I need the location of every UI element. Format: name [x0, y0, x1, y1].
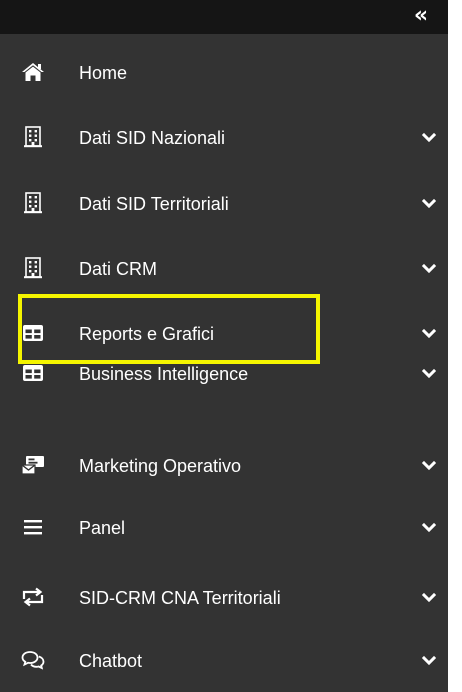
- sidebar-item-dati-crm[interactable]: Dati CRM: [0, 238, 448, 300]
- sidebar-topbar: «: [0, 0, 448, 34]
- building-icon: [20, 257, 46, 279]
- bars-icon: [20, 516, 46, 538]
- chevron-down-icon: [422, 592, 436, 603]
- sidebar-item-label: Dati SID Nazionali: [79, 128, 226, 148]
- sidebar-item-sid-crm-cna-territoriali[interactable]: SID-CRM CNA Territoriali: [0, 567, 448, 629]
- comments-icon: [20, 649, 46, 671]
- sidebar-item-home[interactable]: Home: [0, 42, 448, 104]
- chevron-down-icon: [422, 655, 436, 666]
- sidebar-item-chatbot[interactable]: Chatbot: [0, 630, 448, 692]
- collapse-sidebar-button[interactable]: «: [408, 4, 434, 28]
- building-icon: [20, 192, 46, 214]
- home-icon: [20, 61, 46, 83]
- sidebar-item-label: Home: [79, 63, 128, 83]
- sidebar-item-dati-sid-territoriali[interactable]: Dati SID Territoriali: [0, 173, 448, 235]
- sidebar-item-label: Business Intelligence: [79, 364, 249, 384]
- sidebar-item-dati-sid-nazionali[interactable]: Dati SID Nazionali: [0, 107, 448, 169]
- chevron-down-icon: [422, 328, 436, 339]
- sidebar: « Home Dati SID Nazionali Dati SID Terri…: [0, 0, 448, 692]
- chevron-down-icon: [422, 460, 436, 471]
- sidebar-item-marketing-operativo[interactable]: Marketing Operativo: [0, 435, 448, 497]
- chevron-down-icon: [422, 132, 436, 143]
- sidebar-item-business-intelligence[interactable]: Business Intelligence: [0, 343, 448, 405]
- exchange-icon: [20, 586, 46, 608]
- sidebar-item-label: Dati CRM: [79, 259, 158, 279]
- sidebar-item-label: Panel: [79, 518, 126, 538]
- sidebar-item-panel[interactable]: Panel: [0, 497, 448, 559]
- chevron-down-icon: [422, 522, 436, 533]
- inbox-icon: [20, 454, 46, 476]
- sidebar-item-label: SID-CRM CNA Territoriali: [79, 588, 281, 608]
- chevron-down-icon: [422, 198, 436, 209]
- table-icon: [20, 322, 46, 344]
- sidebar-item-label: Dati SID Territoriali: [79, 194, 229, 214]
- sidebar-item-label: Chatbot: [79, 651, 143, 671]
- building-icon: [20, 126, 46, 148]
- sidebar-item-label: Marketing Operativo: [79, 456, 242, 476]
- table-icon: [20, 362, 46, 384]
- chevron-down-icon: [422, 368, 436, 379]
- chevron-down-icon: [422, 263, 436, 274]
